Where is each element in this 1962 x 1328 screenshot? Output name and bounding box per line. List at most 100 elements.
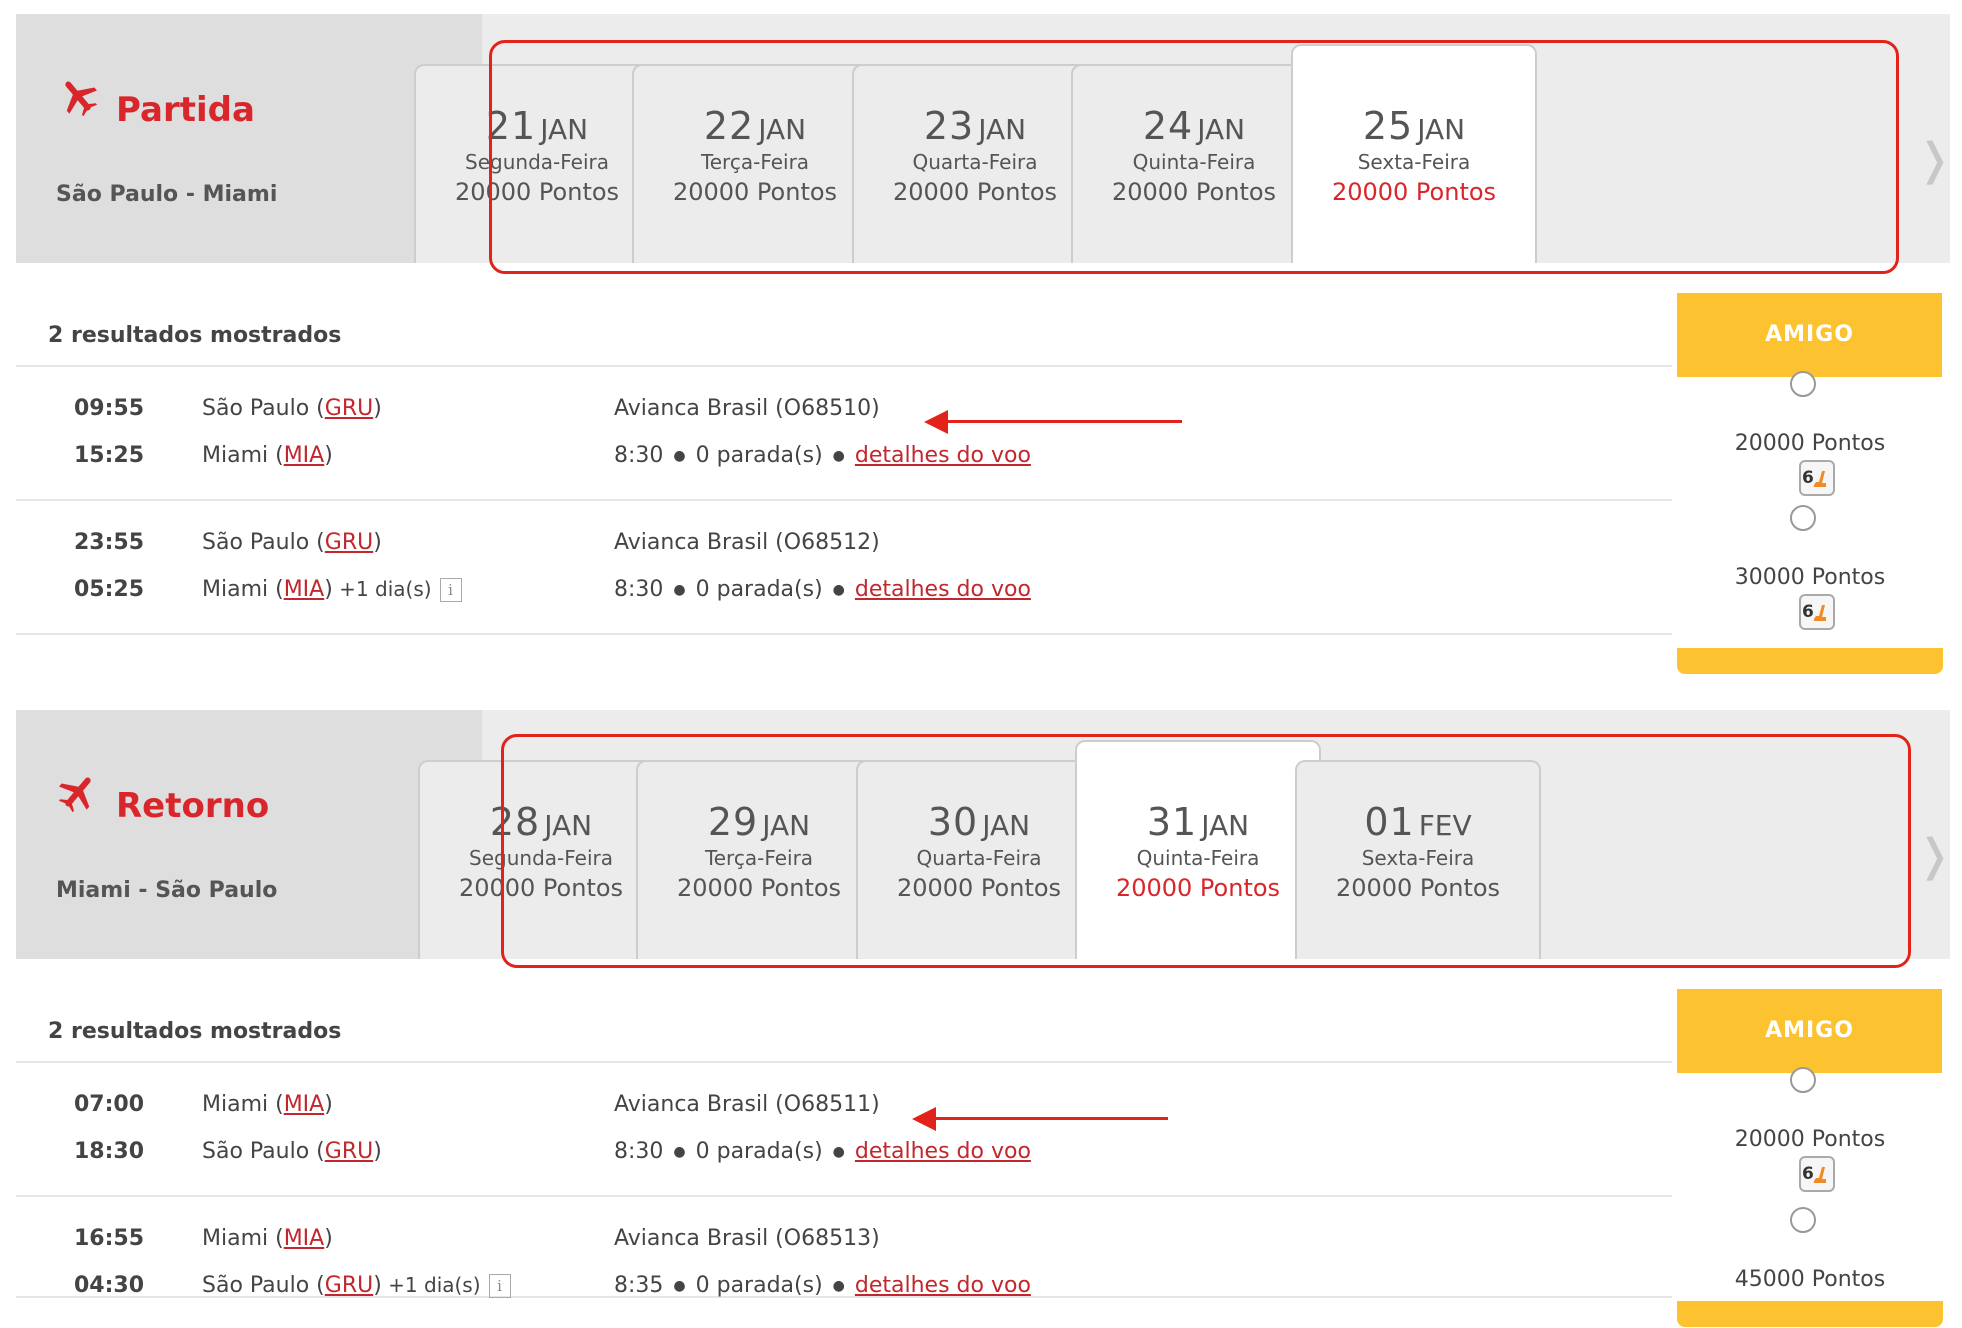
fare-radio[interactable]	[1790, 371, 1816, 397]
stops-count: 0 parada(s)	[695, 1139, 823, 1164]
airplane-icon	[65, 81, 98, 116]
fare-price: 45000 Pontos	[1734, 1267, 1886, 1292]
arrival-airport: São Paulo (GRU) +1 dia(s) i	[202, 1273, 511, 1298]
airline-flight-number: Avianca Brasil (O68513)	[614, 1226, 880, 1251]
date-option[interactable]: 22 JAN Terça-Feira 20000 Pontos	[632, 64, 878, 263]
arrival-airport: Miami (MIA)	[202, 443, 333, 468]
direction-title: Retorno	[116, 786, 270, 826]
fare-radio[interactable]	[1790, 1067, 1816, 1093]
flight-details-link[interactable]: detalhes do voo	[855, 1139, 1031, 1164]
return-date-header: Retorno Miami - São Paulo ❬ ❭ 28JANSegun…	[16, 710, 1953, 959]
date-option[interactable]: 23 JAN Quarta-Feira 20000 Pontos	[852, 64, 1098, 263]
departure-airport-code[interactable]: MIA	[284, 1226, 325, 1251]
date-points: 20000 Pontos	[458, 874, 624, 902]
bullet-separator: ●	[673, 448, 686, 464]
arrival-time: 04:30	[74, 1273, 145, 1298]
paren-close: )	[324, 443, 333, 468]
next-dates-arrow[interactable]: ❭	[1916, 138, 1953, 182]
arrival-city: Miami (	[202, 443, 284, 468]
date-day: 21	[485, 104, 537, 148]
date-month: JAN	[758, 113, 807, 146]
flight-details-link[interactable]: detalhes do voo	[855, 443, 1031, 468]
bullet-separator: ●	[673, 1144, 686, 1160]
date-weekday: Quinta-Feira	[1132, 150, 1256, 174]
departure-airport-code[interactable]: GRU	[325, 530, 373, 555]
stops-count: 0 parada(s)	[695, 577, 823, 602]
route-label: Miami - São Paulo	[56, 878, 278, 903]
airline-flight-number: Avianca Brasil (O68512)	[614, 530, 880, 555]
date-month: FEV	[1418, 809, 1472, 842]
arrival-airport: São Paulo (GRU)	[202, 1139, 382, 1164]
date-points: 20000 Pontos	[676, 874, 842, 902]
date-day: 22	[703, 104, 755, 148]
date-option[interactable]: 28 JAN Segunda-Feira 20000 Pontos	[418, 760, 664, 959]
arrival-airport-code[interactable]: MIA	[284, 577, 325, 602]
arrival-airport-code[interactable]: GRU	[325, 1273, 373, 1298]
info-icon[interactable]: i	[488, 1274, 511, 1298]
date-option[interactable]: 30 JAN Quarta-Feira 20000 Pontos	[856, 760, 1102, 959]
airline-flight-number: Avianca Brasil (O68510)	[614, 396, 880, 421]
date-points: 20000 Pontos	[454, 178, 620, 206]
bullet-separator: ●	[832, 1278, 845, 1294]
departure-time: 16:55	[74, 1226, 145, 1251]
arrival-airport: Miami (MIA) +1 dia(s) i	[202, 577, 462, 602]
arrival-airport-code[interactable]: MIA	[284, 443, 325, 468]
date-points: 20000 Pontos	[672, 178, 838, 206]
fare-price: 20000 Pontos	[1734, 1127, 1886, 1152]
date-label: 23 JAN	[854, 104, 1096, 148]
date-option[interactable]: 29 JAN Terça-Feira 20000 Pontos	[636, 760, 882, 959]
date-option[interactable]: 31 JAN Quinta-Feira 20000 Pontos	[1075, 740, 1321, 959]
bullet-separator: ●	[673, 582, 686, 598]
date-day: 23	[923, 104, 975, 148]
date-option[interactable]: 21 JAN Segunda-Feira 20000 Pontos	[414, 64, 660, 263]
fare-radio[interactable]	[1790, 505, 1816, 531]
info-icon[interactable]: i	[439, 578, 462, 602]
departure-airport-code[interactable]: MIA	[284, 1092, 325, 1117]
next-day-note: +1 dia(s)	[332, 577, 432, 601]
seat-icon	[1813, 471, 1826, 487]
date-option[interactable]: 25 JAN Sexta-Feira 20000 Pontos	[1291, 44, 1537, 263]
date-label: 01 FEV	[1297, 800, 1539, 844]
date-weekday: Segunda-Feira	[469, 846, 613, 870]
date-points: 20000 Pontos	[1115, 874, 1281, 902]
flight-row: 23:55 05:25 São Paulo (GRU) Miami (MIA) +1 …	[16, 500, 1950, 632]
outbound-direction-panel: Partida São Paulo - Miami	[16, 14, 482, 263]
flight-row: 09:55 15:25 São Paulo (GRU) Miami (MIA) Avia…	[16, 366, 1950, 498]
departure-airport: Miami (MIA)	[202, 1092, 333, 1117]
fare-price: 30000 Pontos	[1734, 565, 1886, 590]
date-option[interactable]: 01 FEV Sexta-Feira 20000 Pontos	[1295, 760, 1541, 959]
date-month: JAN	[1197, 113, 1246, 146]
date-day: 30	[927, 800, 979, 844]
flight-duration: 8:35	[614, 1273, 664, 1298]
date-weekday: Segunda-Feira	[465, 150, 609, 174]
departure-city: São Paulo (	[202, 530, 325, 555]
departure-time: 09:55	[74, 396, 145, 421]
departure-airport: São Paulo (GRU)	[202, 530, 382, 555]
arrival-airport-code[interactable]: GRU	[325, 1139, 373, 1164]
flight-details-link[interactable]: detalhes do voo	[855, 577, 1031, 602]
next-dates-arrow[interactable]: ❭	[1916, 834, 1953, 878]
arrival-city: São Paulo (	[202, 1139, 325, 1164]
departure-airport-code[interactable]: GRU	[325, 396, 373, 421]
date-month: JAN	[1201, 809, 1250, 842]
paren-close: )	[373, 396, 382, 421]
date-weekday: Sexta-Feira	[1361, 846, 1475, 870]
date-label: 22 JAN	[634, 104, 876, 148]
seats-available-icon: 6	[1799, 460, 1835, 496]
results-count: 2 resultados mostrados	[48, 1019, 342, 1044]
departure-time: 23:55	[74, 530, 145, 555]
outbound-date-header: Partida São Paulo - Miami ❬ ❭ 21JANSegun…	[16, 14, 1953, 263]
bullet-separator: ●	[832, 582, 845, 598]
arrival-city: Miami (	[202, 577, 284, 602]
date-label: 21 JAN	[416, 104, 658, 148]
bullet-separator: ●	[673, 1278, 686, 1294]
departure-city: Miami (	[202, 1092, 284, 1117]
date-day: 01	[1364, 800, 1415, 844]
flight-details-link[interactable]: detalhes do voo	[855, 1273, 1031, 1298]
date-month: JAN	[978, 113, 1027, 146]
seat-icon	[1813, 1167, 1826, 1183]
fare-radio[interactable]	[1790, 1207, 1816, 1233]
date-points: 20000 Pontos	[896, 874, 1062, 902]
flight-duration: 8:30	[614, 1139, 664, 1164]
date-option[interactable]: 24 JAN Quinta-Feira 20000 Pontos	[1071, 64, 1317, 263]
